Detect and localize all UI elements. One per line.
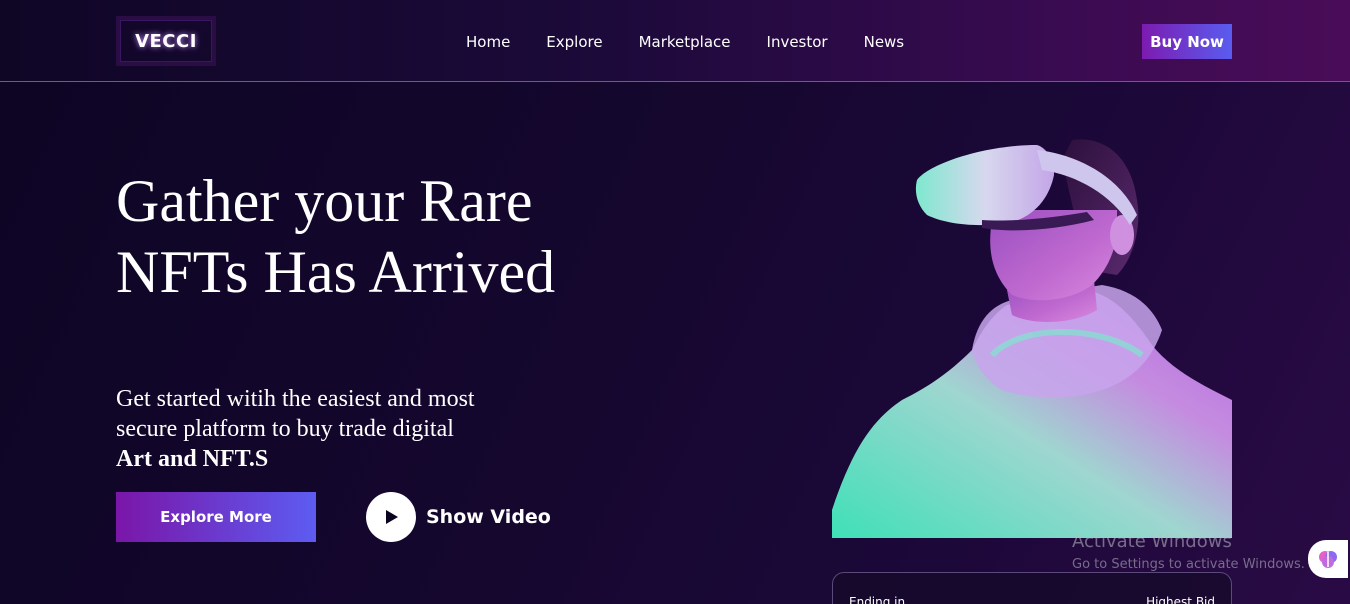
hero-subtitle-bold: Art and NFT.S xyxy=(116,446,269,472)
play-button-circle[interactable] xyxy=(366,492,416,542)
buy-now-button[interactable]: Buy Now xyxy=(1142,24,1232,59)
top-navigation-bar: VECCI Home Explore Marketplace Investor … xyxy=(0,0,1350,82)
ending-in-label: Ending in xyxy=(849,595,906,604)
explore-more-button[interactable]: Explore More xyxy=(116,492,316,542)
hero-title: Gather your Rare NFTs Has Arrived xyxy=(116,168,556,305)
hero-subtitle-text: Get started witih the easiest and most s… xyxy=(116,386,475,442)
watermark-title: Activate Windows xyxy=(1072,531,1232,552)
vr-person-image xyxy=(832,139,1232,538)
play-icon xyxy=(386,510,398,524)
main-nav: Home Explore Marketplace Investor News xyxy=(466,32,904,52)
nav-link-news[interactable]: News xyxy=(864,32,905,52)
corner-widget[interactable] xyxy=(1308,540,1348,578)
nav-link-marketplace[interactable]: Marketplace xyxy=(639,32,731,52)
watermark-subtitle: Go to Settings to activate Windows. xyxy=(1072,557,1305,572)
auction-card: Ending in Highest Bid xyxy=(832,572,1232,604)
hero-subtitle: Get started witih the easiest and most s… xyxy=(116,384,536,474)
nav-link-home[interactable]: Home xyxy=(466,32,510,52)
highest-bid-label: Highest Bid xyxy=(1146,595,1215,604)
vecci-logo[interactable]: VECCI xyxy=(116,16,216,66)
brain-icon xyxy=(1319,551,1337,568)
show-video-button[interactable]: Show Video xyxy=(366,492,551,542)
nav-link-explore[interactable]: Explore xyxy=(546,32,602,52)
show-video-label: Show Video xyxy=(426,506,551,528)
activate-windows-watermark: Activate Windows Go to Settings to activ… xyxy=(1072,530,1305,574)
nav-link-investor[interactable]: Investor xyxy=(767,32,828,52)
